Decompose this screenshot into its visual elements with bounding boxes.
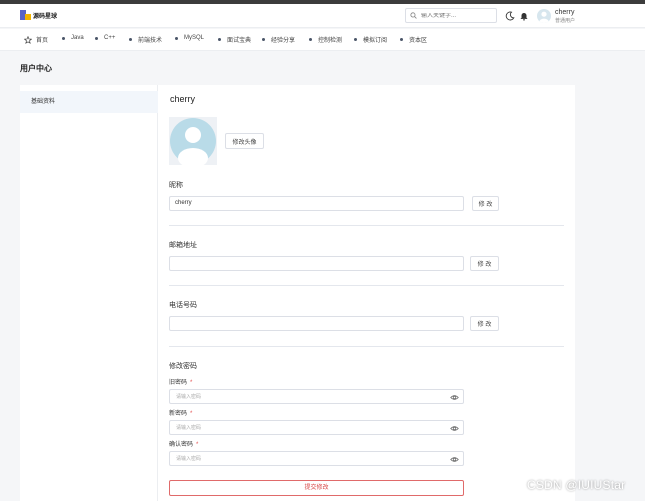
nav-item-home[interactable]: 首页 bbox=[24, 35, 48, 44]
header: 源码星球 cherry 普通用户 bbox=[0, 4, 645, 28]
sidebar: 基础资料 bbox=[20, 85, 158, 501]
star-icon bbox=[24, 35, 32, 44]
nav-item-java[interactable]: Java bbox=[62, 35, 84, 41]
nav-item-mysql[interactable]: MySQL bbox=[175, 35, 204, 41]
moon-icon[interactable] bbox=[505, 11, 515, 21]
nav-item-cpp[interactable]: C++ bbox=[95, 35, 115, 41]
nav-item-label: 首页 bbox=[36, 38, 49, 44]
nav-item-label: C++ bbox=[104, 35, 116, 41]
eye-icon[interactable] bbox=[450, 393, 459, 402]
email-edit-button[interactable]: 修 改 bbox=[470, 256, 499, 271]
eye-icon[interactable] bbox=[450, 455, 459, 464]
bullet-icon bbox=[129, 38, 132, 41]
nav-item-label: 控制检测 bbox=[318, 38, 343, 44]
email-label: 邮箱地址 bbox=[169, 242, 197, 249]
bullet-icon bbox=[95, 36, 98, 40]
bullet-icon bbox=[262, 38, 265, 41]
search-input[interactable] bbox=[421, 12, 491, 19]
bullet-icon bbox=[354, 38, 357, 41]
profile-name: cherry bbox=[170, 94, 196, 104]
nav-item-resources[interactable]: 资本区 bbox=[400, 35, 427, 44]
user-role: 普通用户 bbox=[555, 18, 576, 24]
new-password-label: 新密码 * bbox=[169, 411, 193, 417]
required-mark: * bbox=[190, 411, 193, 417]
bullet-icon bbox=[62, 36, 65, 40]
change-password-label: 修改密码 bbox=[169, 363, 197, 370]
confirm-password-input[interactable]: 请输入密码 bbox=[169, 451, 464, 466]
confirm-password-label: 确认密码 * bbox=[169, 442, 199, 448]
confirm-password-placeholder: 请输入密码 bbox=[176, 456, 202, 462]
submit-password-button[interactable]: 提交修改 bbox=[169, 480, 464, 496]
divider bbox=[169, 225, 564, 226]
new-password-input[interactable]: 请输入密码 bbox=[169, 420, 464, 435]
search-box[interactable] bbox=[405, 8, 497, 23]
page-title: 用户中心 bbox=[20, 64, 52, 73]
user-avatar[interactable] bbox=[537, 9, 551, 23]
nav-item-label: 资本区 bbox=[409, 38, 428, 44]
divider bbox=[169, 346, 564, 347]
bullet-icon bbox=[400, 38, 403, 41]
bell-icon[interactable] bbox=[519, 11, 529, 21]
phone-edit-button[interactable]: 修 改 bbox=[470, 316, 499, 331]
logo[interactable]: 源码星球 bbox=[20, 10, 57, 20]
bullet-icon bbox=[309, 38, 312, 41]
nav-item-frontend[interactable]: 前端技术 bbox=[129, 35, 162, 44]
nav-item-label: Java bbox=[71, 35, 84, 41]
old-password-label: 旧密码 * bbox=[169, 380, 193, 386]
divider bbox=[169, 285, 564, 286]
nav-item-label: 前端技术 bbox=[138, 38, 163, 44]
nav-item-label: MySQL bbox=[184, 35, 205, 41]
old-password-placeholder: 请输入密码 bbox=[176, 394, 202, 400]
nav-item-label: 经验分享 bbox=[271, 38, 296, 44]
eye-icon[interactable] bbox=[450, 424, 459, 433]
profile-avatar bbox=[169, 117, 217, 165]
nav-item-subscribe[interactable]: 模拟订阅 bbox=[354, 35, 387, 44]
bullet-icon bbox=[175, 36, 178, 40]
nav-item-label: 模拟订阅 bbox=[363, 38, 388, 44]
avatar-placeholder-icon bbox=[170, 118, 216, 165]
nickname-edit-button[interactable]: 修 改 bbox=[472, 196, 499, 211]
nickname-field[interactable]: cherry bbox=[169, 196, 464, 211]
nav-item-label: 面试宝典 bbox=[227, 38, 252, 44]
logo-mark bbox=[20, 10, 31, 20]
user-name[interactable]: cherry bbox=[555, 9, 574, 16]
phone-label: 电话号码 bbox=[169, 302, 197, 309]
user-center-panel: 基础资料 bbox=[20, 85, 575, 501]
required-mark: * bbox=[190, 380, 193, 386]
bullet-icon bbox=[218, 38, 221, 41]
old-password-input[interactable]: 请输入密码 bbox=[169, 389, 464, 404]
email-field[interactable] bbox=[169, 256, 464, 271]
phone-field[interactable] bbox=[169, 316, 464, 331]
nav-item-control[interactable]: 控制检测 bbox=[309, 35, 342, 44]
nickname-label: 昵称 bbox=[169, 182, 183, 189]
sidebar-item-basic-info[interactable]: 基础资料 bbox=[20, 91, 158, 113]
logo-text: 源码星球 bbox=[33, 13, 58, 20]
required-mark: * bbox=[196, 442, 199, 448]
search-icon bbox=[410, 12, 417, 19]
new-password-placeholder: 请输入密码 bbox=[176, 425, 202, 431]
nav-bar: 首页 Java C++ 前端技术 MySQL 面试宝典 经验分享 控制检测 模拟… bbox=[0, 29, 645, 51]
nav-item-experience[interactable]: 经验分享 bbox=[262, 35, 295, 44]
watermark: CSDN @IUIUStar bbox=[527, 478, 626, 492]
change-avatar-button[interactable]: 修改头像 bbox=[225, 133, 264, 149]
nav-item-interview[interactable]: 面试宝典 bbox=[218, 35, 251, 44]
